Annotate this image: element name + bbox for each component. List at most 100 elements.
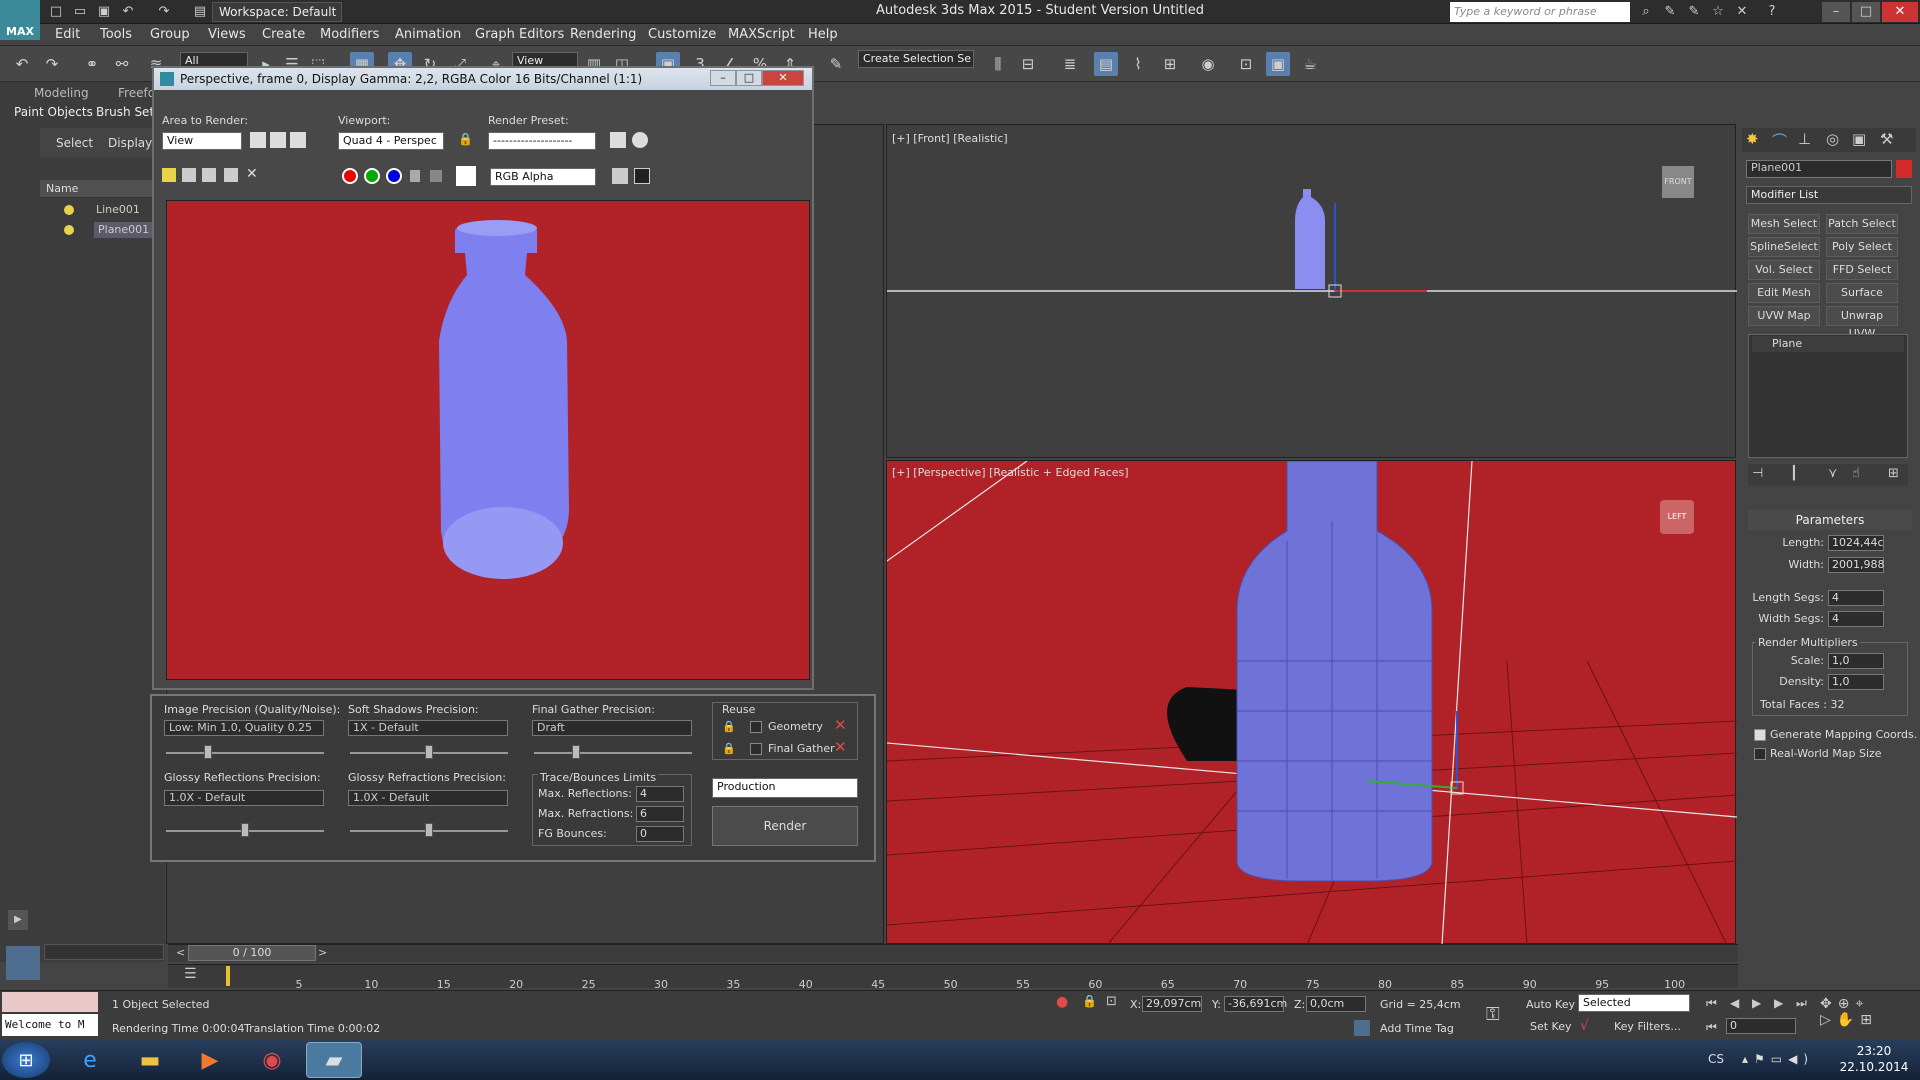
material-editor-icon[interactable]: ◉: [1196, 52, 1220, 76]
spline-select-button[interactable]: SplineSelect: [1748, 237, 1820, 257]
render-preset-dropdown[interactable]: --------------------: [488, 132, 596, 150]
glossy-refractions-thumb[interactable]: [425, 823, 433, 837]
lock-icon[interactable]: 🔒: [722, 742, 736, 755]
edit-region-icon[interactable]: [250, 132, 266, 148]
goto-start-icon[interactable]: ⏮: [1706, 996, 1717, 1011]
windows-start-icon[interactable]: ⊞: [2, 1042, 50, 1078]
max-reflections-spinner[interactable]: 4: [636, 786, 684, 802]
clear-geometry-icon[interactable]: ✕: [834, 716, 847, 734]
area-to-render-dropdown[interactable]: View: [162, 132, 242, 150]
length-segs-spinner[interactable]: 4: [1828, 590, 1884, 606]
open-file-icon[interactable]: ▭: [70, 2, 90, 22]
print-image-icon[interactable]: [224, 168, 238, 182]
render-setup-icon[interactable]: [610, 132, 626, 148]
make-unique-icon[interactable]: ⋎: [1828, 466, 1838, 481]
menu-views[interactable]: Views: [208, 27, 246, 42]
rendered-frame-window-icon[interactable]: ▣: [1266, 52, 1290, 76]
time-slider-prev-icon[interactable]: <: [176, 946, 185, 959]
tab-select[interactable]: Select: [56, 136, 93, 150]
remove-modifier-icon[interactable]: ☝: [1852, 466, 1860, 481]
menu-animation[interactable]: Animation: [395, 27, 461, 42]
final-gather-slider[interactable]: [534, 752, 692, 754]
real-world-checkbox[interactable]: [1754, 748, 1766, 760]
communication-icon[interactable]: ✎: [1684, 2, 1704, 22]
menu-maxscript[interactable]: MAXScript: [728, 27, 795, 42]
environment-icon[interactable]: [632, 132, 648, 148]
file-explorer-icon[interactable]: ▬: [122, 1042, 178, 1078]
scene-item-line001[interactable]: Line001: [96, 202, 140, 218]
utilities-tab-icon[interactable]: ⚒: [1880, 130, 1893, 148]
scale-spinner[interactable]: 1,0: [1828, 653, 1884, 669]
render-maximize-button[interactable]: □: [736, 70, 762, 86]
red-channel-toggle[interactable]: [342, 168, 358, 184]
key-mode-dropdown[interactable]: Selected: [1578, 994, 1690, 1012]
explorer-scrollbar[interactable]: [44, 944, 164, 960]
time-tag-icon[interactable]: [1354, 1020, 1370, 1036]
media-player-icon[interactable]: ▶: [182, 1042, 238, 1078]
project-folder-icon[interactable]: ▤: [190, 2, 210, 22]
viewport-dropdown[interactable]: Quad 4 - Perspec: [338, 132, 444, 150]
color-swatch[interactable]: [456, 166, 476, 186]
time-slider[interactable]: 0 / 100: [188, 945, 316, 961]
binoculars-icon[interactable]: ⌕: [1636, 2, 1656, 22]
redo-icon[interactable]: ↷: [154, 2, 174, 22]
tab-display[interactable]: Display: [108, 136, 152, 150]
menu-tools[interactable]: Tools: [100, 27, 132, 42]
soft-shadows-thumb[interactable]: [425, 745, 433, 759]
stack-item-plane[interactable]: Plane: [1752, 336, 1904, 352]
goto-end-icon[interactable]: ⏭: [1796, 996, 1807, 1011]
selection-lock-icon[interactable]: 🔒: [1082, 994, 1097, 1008]
render-close-button[interactable]: ✕: [762, 70, 804, 86]
render-minimize-button[interactable]: –: [710, 70, 736, 86]
ribbon-tab-modeling[interactable]: Modeling: [34, 86, 89, 100]
clone-window-icon[interactable]: [202, 168, 216, 182]
viewport-layout-icon[interactable]: [6, 946, 40, 980]
absolute-mode-icon[interactable]: ⊡: [1106, 994, 1117, 1009]
surface-select-button[interactable]: Surface Select: [1826, 283, 1898, 317]
layer-manager-icon[interactable]: ≣: [1058, 52, 1082, 76]
geometry-checkbox[interactable]: [750, 721, 762, 733]
workspace-dropdown[interactable]: Workspace: Default: [212, 2, 342, 22]
final-gather-thumb[interactable]: [571, 745, 580, 759]
viewcube-front[interactable]: FRONT: [1662, 166, 1694, 198]
current-frame-field[interactable]: 0: [1726, 1018, 1796, 1034]
lock-icon[interactable]: 🔒: [722, 720, 736, 733]
modify-tab-icon[interactable]: ⌒: [1772, 130, 1787, 151]
create-tab-icon[interactable]: ✸: [1746, 130, 1759, 148]
scene-column-name[interactable]: Name: [40, 180, 160, 198]
save-file-icon[interactable]: ▣: [94, 2, 114, 22]
length-spinner[interactable]: 1024,44c: [1828, 535, 1884, 551]
menu-rendering[interactable]: Rendering: [570, 27, 636, 42]
lock-region-icon[interactable]: [290, 132, 306, 148]
x-coordinate-field[interactable]: 29,097cm: [1142, 996, 1202, 1012]
object-color-swatch[interactable]: [1896, 160, 1912, 178]
ribbon-paint-objects[interactable]: Paint Objects: [14, 105, 93, 119]
ffd-select-button[interactable]: FFD Select: [1826, 260, 1898, 280]
auto-key-button[interactable]: Auto Key: [1526, 998, 1575, 1011]
edit-named-sets-icon[interactable]: ✎: [824, 52, 848, 76]
maxscript-listener-top[interactable]: [2, 992, 98, 1012]
menu-customize[interactable]: Customize: [648, 27, 716, 42]
minimize-button[interactable]: –: [1822, 2, 1850, 22]
undo-icon[interactable]: ↶: [10, 52, 34, 76]
exchange-icon[interactable]: ✕: [1732, 2, 1752, 22]
render-production-icon[interactable]: ☕: [1298, 52, 1322, 76]
display-tab-icon[interactable]: ▣: [1852, 130, 1866, 148]
fg-bounces-spinner[interactable]: 0: [636, 826, 684, 842]
parameters-rollout-title[interactable]: Parameters: [1748, 510, 1912, 530]
uvw-map-button[interactable]: UVW Map: [1748, 306, 1820, 326]
next-frame-icon[interactable]: ▶: [1774, 996, 1783, 1010]
redo-icon[interactable]: ↷: [40, 52, 64, 76]
modifier-list-dropdown[interactable]: Modifier List: [1746, 186, 1912, 204]
render-setup-icon[interactable]: ⊡: [1234, 52, 1258, 76]
clock-date[interactable]: 22.10.2014: [1834, 1060, 1914, 1074]
light-bulb-icon[interactable]: [64, 205, 74, 215]
clear-final-gather-icon[interactable]: ✕: [834, 738, 847, 756]
auto-region-icon[interactable]: [270, 132, 286, 148]
menu-create[interactable]: Create: [262, 27, 305, 42]
edit-mesh-button[interactable]: Edit Mesh: [1748, 283, 1820, 303]
patch-select-button[interactable]: Patch Select: [1826, 214, 1898, 234]
isolate-icon[interactable]: ●: [1056, 994, 1068, 1010]
ribbon-brush-settings[interactable]: Brush Sett: [96, 105, 159, 119]
menu-help[interactable]: Help: [808, 27, 838, 42]
